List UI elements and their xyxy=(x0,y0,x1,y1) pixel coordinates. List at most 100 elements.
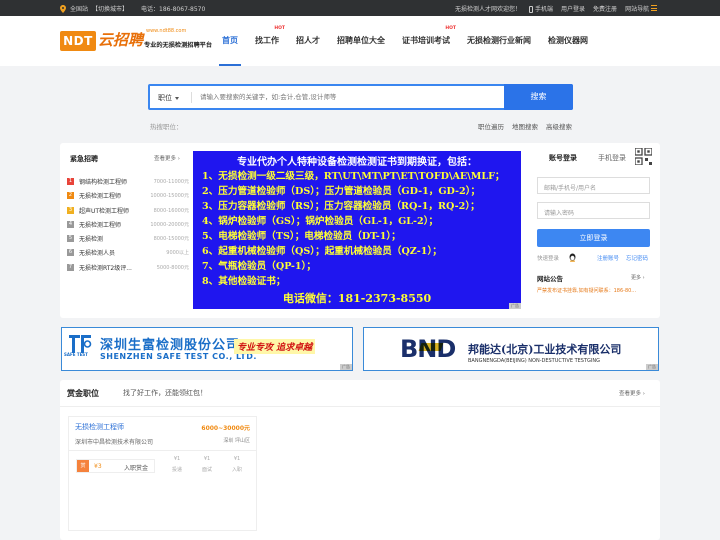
job-browse-link[interactable]: 职位遍历 xyxy=(478,121,504,131)
urgent-list: 1 钢结构检测工程师 7000-11000元 2 无损检测工程师 10000-15000元… xyxy=(67,176,189,276)
urgent-job-name[interactable]: 超声UT检测工程师 xyxy=(79,206,129,215)
nav-certificates[interactable]: 证书培训考试 HOT xyxy=(402,26,456,49)
mobile-icon xyxy=(529,6,534,13)
ad-tag: 广告 xyxy=(340,364,352,370)
banner-title: 专业代办个人特种设备检测检测证书到期换证，包括： xyxy=(237,157,477,168)
bnd-name-cn: 邦能达(北京)工业技术有限公司 xyxy=(468,343,622,356)
urgent-job-item[interactable]: 5 无损检测 8000-15000元 xyxy=(67,233,189,247)
urgent-job-salary: 7000-11000元 xyxy=(153,179,189,185)
nav-home[interactable]: 首页 xyxy=(219,35,241,66)
job-location: 深圳 坪山区 xyxy=(223,438,250,444)
qq-login-icon[interactable] xyxy=(568,253,577,262)
ad-tag: 广告 xyxy=(509,303,521,309)
banner-line: 5、电梯检验师（TS）；电梯检验员（DT-1）； xyxy=(202,231,401,242)
search-divider xyxy=(191,92,192,103)
search-input[interactable] xyxy=(200,89,500,105)
password-field[interactable]: 请输入密码 xyxy=(537,202,650,219)
nav-label: 招人才 xyxy=(296,36,320,45)
nav-companies[interactable]: 招聘单位大全 xyxy=(337,35,385,49)
register-link[interactable]: 注册账号 xyxy=(597,254,619,262)
nav-find-talent[interactable]: 招人才 xyxy=(296,35,320,49)
hot-badge: HOT xyxy=(274,26,285,31)
urgent-job-salary: 8000-15000元 xyxy=(153,236,189,243)
menu-icon xyxy=(651,5,657,11)
user-login-link[interactable]: 用户登录 xyxy=(561,4,585,13)
promo-banner[interactable]: 专业代办个人特种设备检测检测证书到期换证，包括： 1、无损检测一级二级三级，RT… xyxy=(193,151,521,309)
search-category-label: 职位 xyxy=(158,94,172,102)
nav-instruments[interactable]: 检测仪器网 xyxy=(548,35,588,49)
urgent-job-name[interactable]: 无损检测RT2级评... xyxy=(79,263,132,272)
urgent-job-name[interactable]: 无损检测工程师 xyxy=(79,191,121,200)
map-search-link[interactable]: 地图搜索 xyxy=(512,121,538,131)
reward-title: 赏金职位 xyxy=(67,389,99,398)
site-nav-link[interactable]: 网站导航 xyxy=(625,4,657,13)
header: NDT 云招聘 www.ndt88.com 专业的无损检测招聘平台 首页 找工作… xyxy=(0,16,720,66)
notice-more-link[interactable]: 更多 › xyxy=(631,274,645,281)
quick-login-label: 快速登录 xyxy=(537,256,560,262)
forgot-password-link[interactable]: 忘记密码 xyxy=(626,254,648,262)
banner-line: 2、压力管道检验师（DS）；压力管道检验员（GD-1，GD-2）； xyxy=(202,186,481,197)
login-button[interactable]: 立即登录 xyxy=(537,229,650,247)
search-button[interactable]: 搜索 xyxy=(504,84,573,110)
nav-news[interactable]: 无损检测行业新闻 xyxy=(467,35,531,49)
mobile-link[interactable]: 手机端 xyxy=(529,4,553,13)
job-title[interactable]: 无损检测工程师 xyxy=(75,422,124,432)
logo-slogan: 专业的无损检测招聘平台 xyxy=(144,42,213,49)
stat-label: 面试 xyxy=(201,467,212,473)
advanced-search-link[interactable]: 高级搜索 xyxy=(546,121,572,131)
urgent-job-name[interactable]: 无损检测人员 xyxy=(79,248,115,257)
urgent-job-item[interactable]: 1 钢结构检测工程师 7000-11000元 xyxy=(67,176,189,190)
urgent-title: 紧急招聘 xyxy=(70,155,98,163)
rank-badge: 7 xyxy=(67,263,74,271)
urgent-job-salary: 5000-8000元 xyxy=(156,264,189,271)
hot-search-label: 热搜职位： xyxy=(150,123,183,131)
reward-job-card[interactable]: 无损检测工程师 6000~30000元 深圳市中昌检测技术有限公司 深圳 坪山区… xyxy=(68,416,257,531)
urgent-job-name[interactable]: 无损检测工程师 xyxy=(79,220,121,229)
urgent-job-salary: 9000以上 xyxy=(166,250,189,257)
qr-code-icon[interactable] xyxy=(635,148,652,165)
rank-badge: 3 xyxy=(67,206,74,214)
welcome-text: 无损检测人才网欢迎您！ xyxy=(455,6,522,13)
urgent-job-salary: 10000-15000元 xyxy=(150,193,189,200)
logo-url: www.ndt88.com xyxy=(146,28,187,34)
urgent-job-item[interactable]: 6 无损检测人员 9000以上 xyxy=(67,247,189,261)
bonus-value: ¥3 xyxy=(94,463,102,470)
free-register-link[interactable]: 免费注册 xyxy=(593,4,617,13)
username-field[interactable]: 邮箱/手机号/用户名 xyxy=(537,177,650,194)
ad-banner-bnd[interactable]: BND 邦能达(北京)工业技术有限公司 BANGNENGDA(BEIJING) … xyxy=(363,327,659,371)
urgent-more-link[interactable]: 查看更多 › xyxy=(154,154,180,162)
nav-label: 检测仪器网 xyxy=(548,36,588,45)
location-switch[interactable]: 全国站 【切换城市】 xyxy=(60,4,128,13)
urgent-job-item[interactable]: 4 无损检测工程师 10000-20000元 xyxy=(67,219,189,233)
banner-line: 1、无损检测一级二级三级，RT\UT\MT\PT\ET\TOFD\AE\MLF； xyxy=(202,171,505,182)
urgent-job-salary: 8000-16000元 xyxy=(153,207,189,214)
tab-account-login[interactable]: 账号登录 xyxy=(549,153,577,163)
switch-city-link[interactable]: 【切换城市】 xyxy=(92,4,128,13)
urgent-job-salary: 10000-20000元 xyxy=(150,221,189,228)
nav-find-job[interactable]: 找工作 HOT xyxy=(255,26,285,49)
mobile-label: 手机端 xyxy=(535,6,554,13)
stat-onboard: ¥1 入职 xyxy=(225,456,249,473)
bnd-name-en: BANGNENGDA(BEIJING) NON-DESTUCTIVE TESTG… xyxy=(468,358,600,364)
urgent-job-item[interactable]: 7 无损检测RT2级评... 5000-8000元 xyxy=(67,262,189,276)
job-salary: 6000~30000元 xyxy=(201,425,250,432)
logo-badge: NDT xyxy=(60,31,96,51)
notice-item[interactable]: 严禁发布证书挂靠,如有疑问联系：186-80... xyxy=(537,287,652,294)
search-category-select[interactable]: 职位 xyxy=(158,93,179,103)
tab-phone-login[interactable]: 手机登录 xyxy=(598,153,626,163)
hot-badge: HOT xyxy=(445,26,456,31)
ad-banner-safe-test[interactable]: SAFE TEST 深圳生富检测股份公司 SHENZHEN SAFE TEST … xyxy=(61,327,353,371)
site-logo[interactable]: NDT 云招聘 www.ndt88.com 专业的无损检测招聘平台 xyxy=(60,27,220,61)
stat-value: ¥1 xyxy=(233,456,241,462)
search-bar: 职位 搜索 xyxy=(148,84,573,110)
urgent-job-name[interactable]: 无损检测 xyxy=(79,234,103,243)
reward-subtitle: 找了好工作，还能领红包！ xyxy=(123,389,207,397)
urgent-job-item[interactable]: 2 无损检测工程师 10000-15000元 xyxy=(67,190,189,204)
nav-label: 首页 xyxy=(222,36,238,45)
urgent-job-item[interactable]: 3 超声UT检测工程师 8000-16000元 xyxy=(67,205,189,219)
job-company[interactable]: 深圳市中昌检测技术有限公司 xyxy=(75,437,153,446)
notice-title: 网站公告 xyxy=(537,275,563,283)
reward-more-link[interactable]: 查看更多 › xyxy=(619,389,645,397)
safe-test-logo-text: SAFE TEST xyxy=(64,352,88,357)
urgent-job-name[interactable]: 钢结构检测工程师 xyxy=(79,177,127,186)
